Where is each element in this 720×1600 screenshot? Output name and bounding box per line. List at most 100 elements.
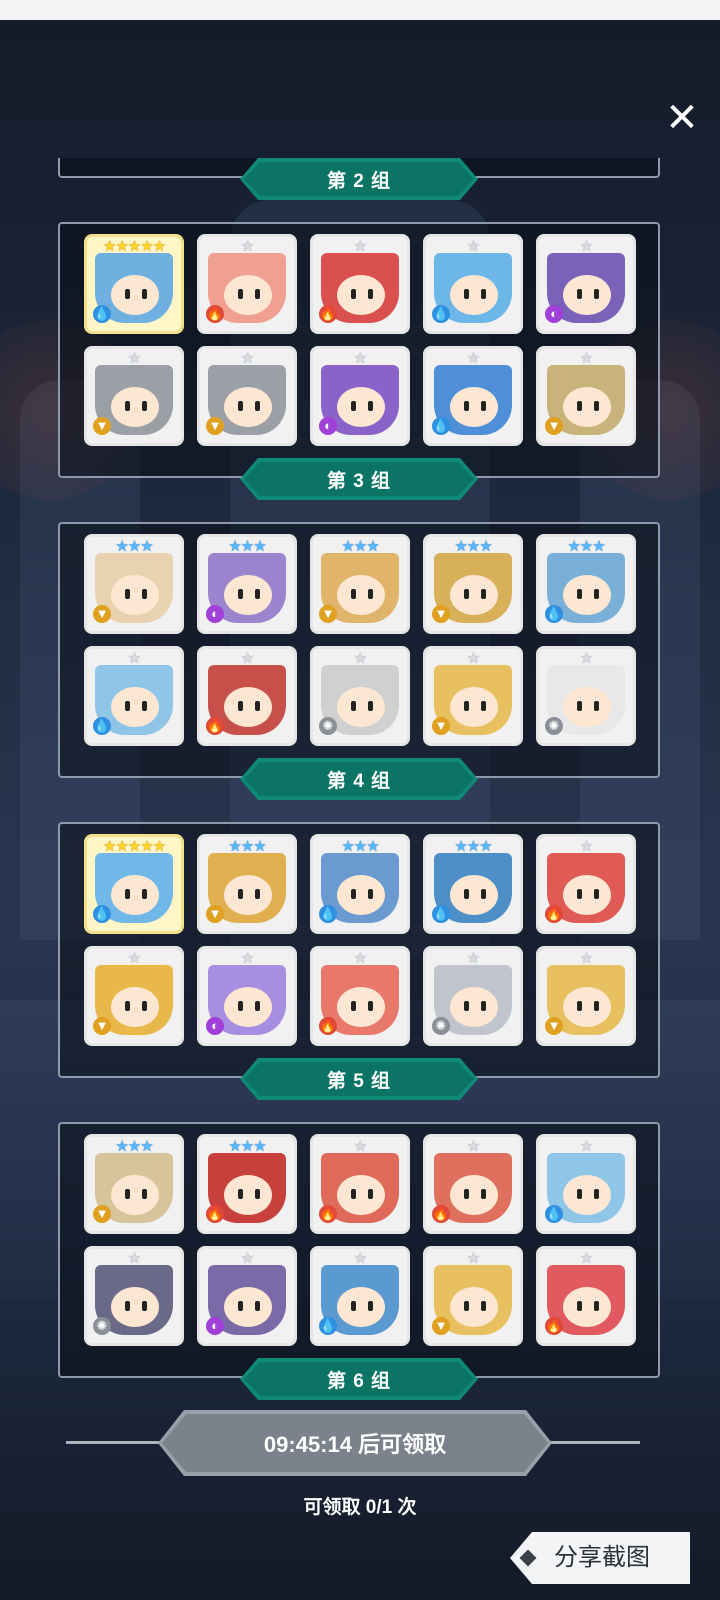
hero-face xyxy=(224,987,272,1027)
hero-card[interactable]: ★ ◐ xyxy=(197,946,297,1046)
hero-eye xyxy=(142,889,147,899)
hero-card[interactable]: ★ ◐ xyxy=(197,1246,297,1346)
hero-card[interactable]: ★ ▼ xyxy=(423,646,523,746)
close-icon[interactable]: ✕ xyxy=(662,98,702,138)
hero-card[interactable]: ★ ▼ xyxy=(536,346,636,446)
hero-eye xyxy=(238,289,243,299)
hero-eye xyxy=(125,889,130,899)
hero-card[interactable]: ★★★ ▼ xyxy=(84,1134,184,1234)
hero-card[interactable]: ★ 🔥 xyxy=(536,834,636,934)
water-element-icon: 💧 xyxy=(93,305,111,323)
hero-eye xyxy=(255,289,260,299)
fire-element-icon: 🔥 xyxy=(319,1017,337,1035)
hero-card[interactable]: ★ 💧 xyxy=(423,346,523,446)
hero-card[interactable]: ★★★ 💧 xyxy=(310,834,410,934)
hero-card[interactable]: ★ 💧 xyxy=(310,1246,410,1346)
hero-card[interactable]: ★★★★★ 💧 xyxy=(84,834,184,934)
earth-element-icon: ▼ xyxy=(432,717,450,735)
hero-eye xyxy=(464,589,469,599)
hero-card[interactable]: ★ ▼ xyxy=(197,346,297,446)
dark-element-icon: ◐ xyxy=(545,305,563,323)
hero-eye xyxy=(255,401,260,411)
water-element-icon: 💧 xyxy=(432,905,450,923)
star-rating: ★ xyxy=(240,1250,254,1267)
hero-eye xyxy=(577,1189,582,1199)
water-element-icon: 💧 xyxy=(319,1317,337,1335)
hero-face xyxy=(224,687,272,727)
hero-card[interactable]: ★ 🔥 xyxy=(536,1246,636,1346)
hero-eye xyxy=(577,1001,582,1011)
hero-face xyxy=(563,275,611,315)
light-element-icon: ✺ xyxy=(93,1317,111,1335)
hero-card[interactable]: ★★★ 💧 xyxy=(536,534,636,634)
hero-eye xyxy=(255,1001,260,1011)
water-element-icon: 💧 xyxy=(432,305,450,323)
star-rating: ★★★ xyxy=(228,538,266,555)
hero-eye xyxy=(577,1301,582,1311)
hero-card[interactable]: ★ ✺ xyxy=(536,646,636,746)
star-rating: ★ xyxy=(127,350,141,367)
status-bar xyxy=(0,0,720,20)
hero-card[interactable]: ★ ✺ xyxy=(423,946,523,1046)
water-element-icon: 💧 xyxy=(319,905,337,923)
hero-card[interactable]: ★★★★★ 💧 xyxy=(84,234,184,334)
hero-card[interactable]: ★ ▼ xyxy=(536,946,636,1046)
hero-card[interactable]: ★ ▼ xyxy=(84,946,184,1046)
hero-card[interactable]: ★ 🔥 xyxy=(310,946,410,1046)
hero-card[interactable]: ★ ✺ xyxy=(310,646,410,746)
hero-eye xyxy=(594,701,599,711)
hero-card[interactable]: ★★★ 🔥 xyxy=(197,1134,297,1234)
hero-eye xyxy=(142,289,147,299)
hero-card[interactable]: ★★★ ▼ xyxy=(310,534,410,634)
share-screenshot-button[interactable]: 分享截图 xyxy=(510,1532,690,1584)
earth-element-icon: ▼ xyxy=(93,605,111,623)
hero-card[interactable]: ★ ▼ xyxy=(423,1246,523,1346)
hero-face xyxy=(224,387,272,427)
hero-eye xyxy=(464,1001,469,1011)
star-rating: ★ xyxy=(127,950,141,967)
hero-eye xyxy=(142,1001,147,1011)
hero-card[interactable]: ★ 🔥 xyxy=(197,646,297,746)
hero-face xyxy=(450,1287,498,1327)
hero-card[interactable]: ★ 💧 xyxy=(423,234,523,334)
group-list[interactable]: ★★★★★ 💧 ★ 🔥 ★ 🔥 ★ 💧 ★ ◐ ★ ▼ ★ ▼ ★ ◐ ★ 💧 ★ ▼ 第 2 组 ★★★ ▼ ★★★ ◐ ★★★… xyxy=(0,158,720,1410)
hero-card[interactable]: ★★★ ▼ xyxy=(84,534,184,634)
star-rating: ★ xyxy=(466,950,480,967)
earth-element-icon: ▼ xyxy=(206,905,224,923)
share-label: 分享截图 xyxy=(554,1544,650,1571)
hero-eye xyxy=(125,701,130,711)
hero-face xyxy=(224,1287,272,1327)
group-6-banner: 第 6 组 xyxy=(240,1358,478,1400)
hero-card[interactable]: ★ 🔥 xyxy=(310,234,410,334)
hero-card[interactable]: ★ 💧 xyxy=(536,1134,636,1234)
hero-eye xyxy=(351,401,356,411)
hero-face xyxy=(224,275,272,315)
hero-card[interactable]: ★★★ 💧 xyxy=(423,834,523,934)
star-rating: ★ xyxy=(579,950,593,967)
earth-element-icon: ▼ xyxy=(432,605,450,623)
light-element-icon: ✺ xyxy=(319,717,337,735)
hero-card[interactable]: ★★★ ▼ xyxy=(423,534,523,634)
hero-card[interactable]: ★ 🔥 xyxy=(423,1134,523,1234)
hero-eye xyxy=(577,701,582,711)
star-rating: ★ xyxy=(353,650,367,667)
hero-face xyxy=(224,1175,272,1215)
hero-eye xyxy=(142,701,147,711)
hero-eye xyxy=(577,889,582,899)
hero-card[interactable]: ★ ◐ xyxy=(310,346,410,446)
hero-card[interactable]: ★★★ ▼ xyxy=(197,834,297,934)
star-rating: ★ xyxy=(579,350,593,367)
hero-card[interactable]: ★ ▼ xyxy=(84,346,184,446)
hero-card[interactable]: ★★★ ◐ xyxy=(197,534,297,634)
claim-timer-button[interactable]: 09:45:14 后可领取 xyxy=(158,1410,552,1476)
star-rating: ★ xyxy=(579,838,593,855)
hero-card[interactable]: ★ ◐ xyxy=(536,234,636,334)
group-panel: ★★★ ▼ ★★★ ◐ ★★★ ▼ ★★★ ▼ ★★★ 💧 ★ 💧 ★ 🔥 ★ ✺ ★ ▼ ★ ✺ xyxy=(58,522,660,778)
hero-card[interactable]: ★ 💧 xyxy=(84,646,184,746)
hero-card[interactable]: ★ 🔥 xyxy=(197,234,297,334)
hero-eye xyxy=(351,1001,356,1011)
hero-eye xyxy=(125,1189,130,1199)
star-rating: ★★★ xyxy=(567,538,605,555)
hero-card[interactable]: ★ ✺ xyxy=(84,1246,184,1346)
hero-card[interactable]: ★ 🔥 xyxy=(310,1134,410,1234)
